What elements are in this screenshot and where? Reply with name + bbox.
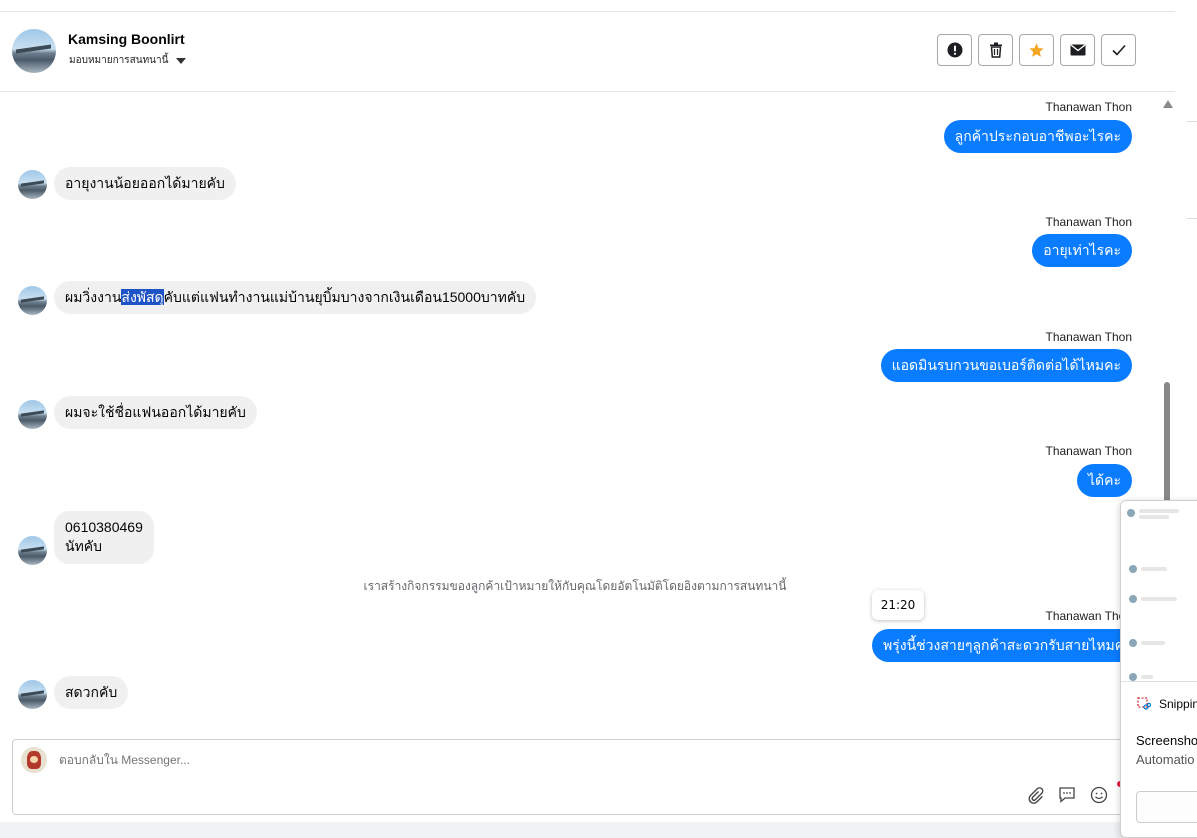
contact-name[interactable]: Kamsing Boonlirt [68, 31, 185, 47]
reply-composer [12, 739, 1144, 815]
divider [1187, 218, 1197, 219]
divider [1187, 121, 1197, 122]
app-title: Snippin [1159, 697, 1197, 711]
selected-text[interactable]: ส่งพัสดุ [121, 289, 164, 305]
chevron-down-icon [176, 57, 187, 64]
star-button[interactable] [1019, 34, 1054, 66]
incoming-message[interactable]: 0610380469 นัทคับ [54, 511, 154, 564]
mark-spam-button[interactable] [937, 34, 972, 66]
outgoing-message[interactable]: แอดมินรบกวนขอเบอร์ติดต่อได้ไหมคะ [880, 349, 1132, 382]
conversation-header: Kamsing Boonlirt มอบหมายการสนทนานี้ [0, 12, 1175, 92]
attachment-icon [1028, 787, 1044, 804]
reply-input[interactable] [57, 752, 661, 768]
page-avatar [21, 747, 47, 773]
saved-reply-icon [1059, 787, 1075, 803]
saved-replies-button[interactable] [1057, 785, 1077, 805]
system-notice: เราสร้างกิจกรรมของลูกค้าเป้าหมายให้กับคุ… [363, 579, 787, 593]
conversation-actions [937, 34, 1136, 66]
assign-conversation-dropdown[interactable]: มอบหมายการสนทนานี้ [69, 53, 187, 68]
timestamp-tooltip: 21:20 [872, 590, 924, 620]
check-icon [1111, 44, 1126, 56]
notification-action-button[interactable] [1136, 791, 1197, 823]
assign-label: มอบหมายการสนทนานี้ [69, 55, 169, 66]
notification-body: Automatio [1136, 752, 1195, 767]
messenger-inbox: Kamsing Boonlirt มอบหมายการสนทนานี้ Than… [0, 0, 1176, 822]
contact-avatar-small [18, 170, 47, 199]
mail-icon [1070, 44, 1085, 56]
contact-avatar-small [18, 680, 47, 709]
outgoing-message[interactable]: พรุ่งนี้ช่วงสายๆลูกค้าสะดวกรับสายไหมคะ [872, 629, 1158, 662]
trash-icon [989, 42, 1002, 58]
attach-button[interactable] [1025, 785, 1045, 805]
spam-icon [947, 42, 962, 58]
outgoing-message[interactable]: ลูกค้าประกอบอาชีพอะไรคะ [943, 120, 1132, 153]
sender-name: Thanawan Thon [1045, 330, 1132, 344]
sender-name: Thanawan Thon [1045, 444, 1132, 458]
snipping-tool-notification[interactable]: Snippin Screensho Automatio [1120, 500, 1197, 838]
top-divider [0, 0, 1175, 12]
incoming-message[interactable]: ผมวิ่งงานส่งพัสดุคับแต่แฟนทำงานแม่บ้านยุ… [54, 281, 537, 314]
sender-name: Thanawan Thon [1045, 215, 1132, 229]
sender-name: Thanawan Thon [1045, 100, 1132, 114]
contact-avatar[interactable] [12, 29, 56, 73]
mark-unread-button[interactable] [1060, 34, 1095, 66]
incoming-message[interactable]: ผมจะใช้ชื่อแฟนออกได้มายคับ [54, 396, 257, 429]
outgoing-message[interactable]: ได้คะ [1076, 464, 1132, 497]
contact-avatar-small [18, 536, 47, 565]
delete-button[interactable] [978, 34, 1013, 66]
mark-done-button[interactable] [1101, 34, 1136, 66]
incoming-message[interactable]: อายุงานน้อยออกได้มายคับ [54, 167, 236, 200]
star-icon [1029, 42, 1044, 57]
message-line: 0610380469 [65, 519, 143, 535]
contact-avatar-small [18, 286, 47, 315]
incoming-message[interactable]: สดวกคับ [54, 676, 129, 709]
notification-heading: Screensho [1136, 733, 1197, 748]
message-text: ผมวิ่งงาน [65, 289, 122, 305]
message-thread[interactable]: Thanawan Thon ลูกค้าประกอบอาชีพอะไรคะ อา… [0, 92, 1158, 717]
message-text: คับแต่แฟนทำงานแม่บ้านยุบิ้มบางจากเงินเดื… [163, 289, 526, 305]
snipping-tool-icon [1137, 697, 1151, 710]
screenshot-thumbnail[interactable] [1121, 501, 1197, 682]
contact-avatar-small [18, 400, 47, 429]
emoji-button[interactable] [1089, 785, 1109, 805]
message-line: นัทคับ [65, 538, 103, 554]
scroll-up-arrow-icon[interactable] [1163, 100, 1173, 108]
emoji-icon [1090, 786, 1108, 804]
outgoing-message[interactable]: อายุเท่าไรคะ [1032, 234, 1132, 267]
